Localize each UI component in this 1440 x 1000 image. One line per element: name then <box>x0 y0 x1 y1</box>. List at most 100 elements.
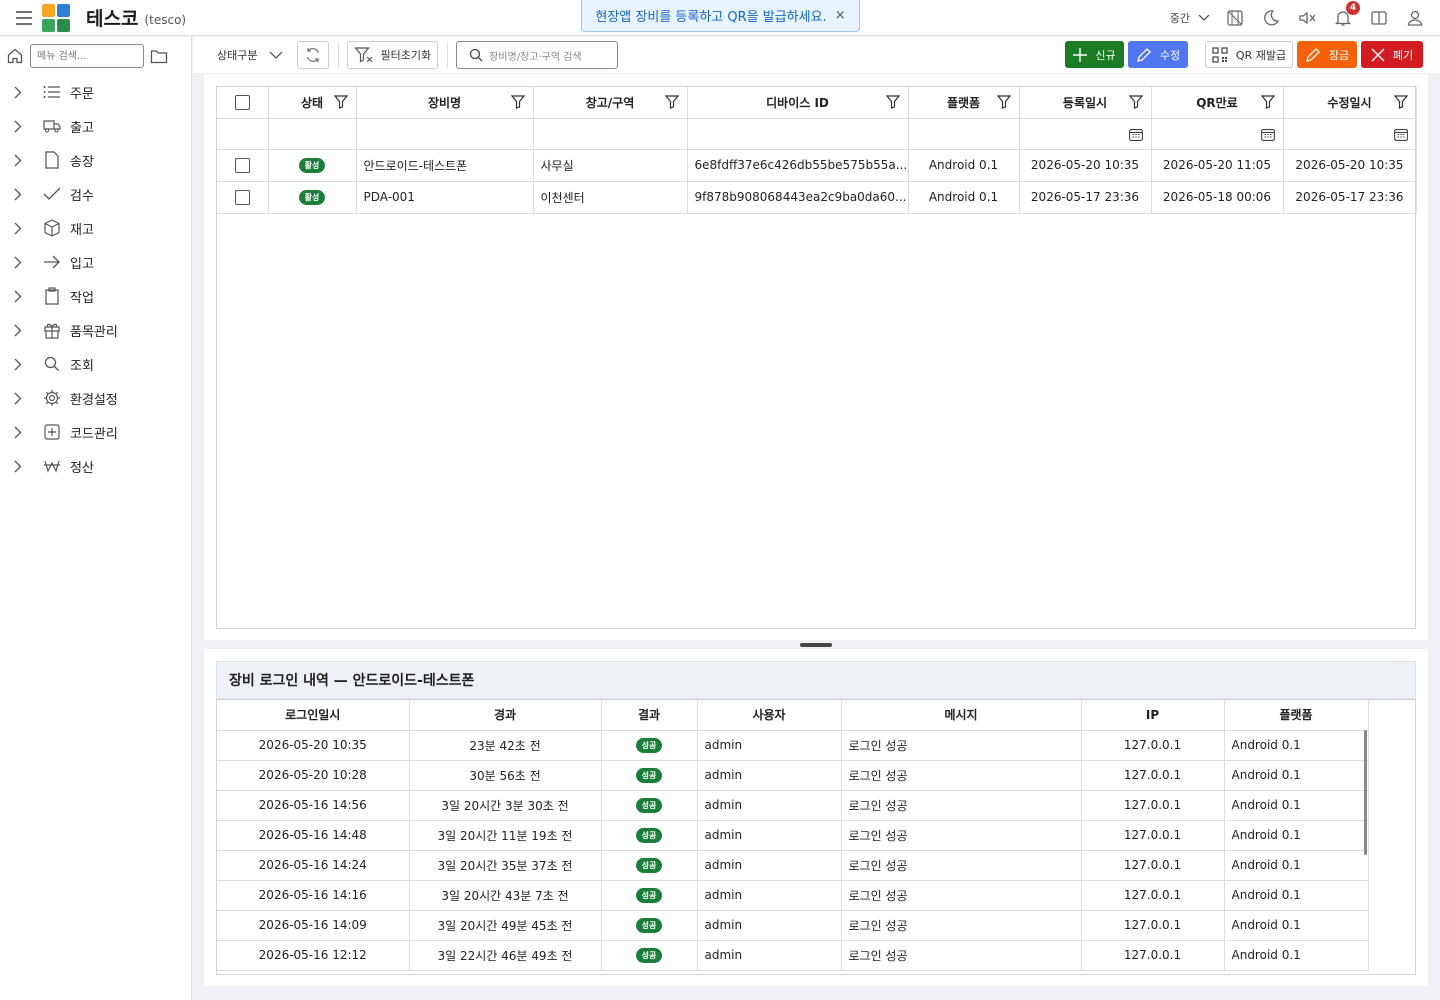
mute-icon[interactable] <box>1296 7 1318 29</box>
filter-cell[interactable] <box>687 118 909 150</box>
date-filter-cell[interactable] <box>1151 118 1284 150</box>
table-row[interactable]: 2026-05-20 10:35 23분 42초 전 성공 admin 로그인 성공 12… <box>217 730 1369 761</box>
menu-toggle-icon[interactable] <box>6 0 42 36</box>
chevron-right-icon[interactable] <box>14 426 26 439</box>
reset-filter-button[interactable]: 필터초기화 <box>347 41 439 69</box>
chevron-right-icon[interactable] <box>14 154 26 167</box>
column-filter-icon[interactable] <box>664 95 679 109</box>
column-header[interactable]: 메시지 <box>841 700 1082 731</box>
login-time-cell: 2026-05-16 14:09 <box>217 910 410 941</box>
table-row[interactable]: 2026-05-20 10:28 30분 56초 전 성공 admin 로그인 성공 12… <box>217 760 1369 791</box>
table-row[interactable]: 2026-05-16 12:12 3일 22시간 46분 49초 전 성공 admin… <box>217 940 1369 971</box>
filter-cell[interactable] <box>908 118 1020 150</box>
chevron-right-icon[interactable] <box>14 324 26 337</box>
filter-cell[interactable] <box>217 118 269 150</box>
chevron-right-icon[interactable] <box>14 120 26 133</box>
column-header[interactable]: 플랫폼 <box>908 87 1020 119</box>
date-filter-cell[interactable] <box>1019 118 1152 150</box>
column-header[interactable]: 플랫폼 <box>1224 700 1369 731</box>
qr-reissue-button[interactable]: QR 재발급 <box>1205 41 1293 68</box>
column-header[interactable]: 창고/구역 <box>533 87 688 119</box>
sidebar-item[interactable]: 환경설정 <box>0 381 191 415</box>
split-view-icon[interactable] <box>1368 7 1390 29</box>
user-profile-icon[interactable] <box>1404 7 1426 29</box>
sidebar-item[interactable]: 작업 <box>0 279 191 313</box>
column-filter-icon[interactable] <box>1393 95 1408 109</box>
lock-button[interactable]: 잠금 <box>1297 41 1357 68</box>
sidebar-item[interactable]: 송장 <box>0 143 191 177</box>
edit-button[interactable]: 수정 <box>1128 41 1188 68</box>
folder-icon[interactable] <box>150 48 168 64</box>
column-header[interactable]: IP <box>1081 700 1225 731</box>
column-header[interactable]: 등록일시 <box>1019 87 1152 119</box>
chevron-right-icon[interactable] <box>14 256 26 269</box>
row-checkbox[interactable] <box>234 189 250 205</box>
sidebar-item[interactable]: 출고 <box>0 109 191 143</box>
column-header[interactable]: 수정일시 <box>1283 87 1417 119</box>
column-filter-icon[interactable] <box>333 95 348 109</box>
sidebar-item[interactable]: 검수 <box>0 177 191 211</box>
new-button[interactable]: 신규 <box>1065 41 1124 68</box>
column-filter-icon[interactable] <box>1128 95 1143 109</box>
chevron-right-icon[interactable] <box>14 358 26 371</box>
column-header[interactable]: QR만료 <box>1151 87 1284 119</box>
device-search-input[interactable]: 장비명/창고·구역 검색 <box>456 41 619 69</box>
filter-cell[interactable] <box>533 118 688 150</box>
refresh-button[interactable] <box>297 41 330 69</box>
menu-search-input[interactable] <box>30 44 144 68</box>
column-header[interactable]: 사용자 <box>697 700 842 731</box>
column-header-label: 경과 <box>493 708 517 723</box>
column-header[interactable]: 디바이스 ID <box>687 87 909 119</box>
platform-cell: Android 0.1 <box>908 181 1020 214</box>
table-row[interactable]: 2026-05-16 14:24 3일 20시간 35분 37초 전 성공 admin… <box>217 850 1369 881</box>
chevron-right-icon[interactable] <box>14 460 26 473</box>
calendar-icon[interactable] <box>1128 128 1143 141</box>
density-select[interactable]: 중간 <box>1170 10 1210 26</box>
sidebar-item[interactable]: 코드관리 <box>0 415 191 449</box>
chevron-right-icon[interactable] <box>14 290 26 303</box>
column-header[interactable]: 상태 <box>268 87 357 119</box>
table-row[interactable]: 2026-05-16 14:56 3일 20시간 3분 30초 전 성공 admin 로… <box>217 790 1369 821</box>
table-row[interactable]: 2026-05-16 14:48 3일 20시간 11분 19초 전 성공 admin… <box>217 820 1369 851</box>
sidebar-item[interactable]: 주문 <box>0 75 191 109</box>
column-header[interactable]: 결과 <box>601 700 698 731</box>
sidebar-item[interactable]: 품목관리 <box>0 313 191 347</box>
login-time-cell: 2026-05-20 10:35 <box>217 730 410 761</box>
vertical-scrollbar[interactable] <box>1364 730 1367 855</box>
select-all-checkbox[interactable] <box>234 94 250 110</box>
calendar-icon[interactable] <box>1260 128 1275 141</box>
column-filter-icon[interactable] <box>1260 95 1275 109</box>
chevron-right-icon[interactable] <box>14 86 26 99</box>
filter-cell[interactable] <box>356 118 534 150</box>
chevron-right-icon[interactable] <box>14 222 26 235</box>
column-header[interactable]: 로그인일시 <box>217 700 410 731</box>
table-row[interactable]: 2026-05-16 14:16 3일 20시간 43분 7초 전 성공 admin 로… <box>217 880 1369 911</box>
dark-mode-icon[interactable] <box>1260 7 1282 29</box>
column-filter-icon[interactable] <box>510 95 525 109</box>
sidebar-item[interactable]: 재고 <box>0 211 191 245</box>
sidebar-item[interactable]: 조회 <box>0 347 191 381</box>
calendar-icon[interactable] <box>1393 128 1408 141</box>
chevron-right-icon[interactable] <box>14 188 26 201</box>
status-filter-select[interactable]: 상태구분 <box>217 47 283 63</box>
chevron-right-icon[interactable] <box>14 392 26 405</box>
sidebar-item[interactable]: 정산 <box>0 449 191 483</box>
filter-cell[interactable] <box>268 118 357 150</box>
grid-toggle-icon[interactable] <box>1224 7 1246 29</box>
column-header[interactable]: 장비명 <box>356 87 534 119</box>
sidebar-item[interactable]: 입고 <box>0 245 191 279</box>
panel-splitter-handle[interactable] <box>800 643 832 647</box>
notification-bell-icon[interactable]: 4 <box>1332 1 1360 29</box>
result-cell: 성공 <box>601 820 698 851</box>
discard-button[interactable]: 폐기 <box>1361 41 1423 68</box>
column-header[interactable]: 경과 <box>409 700 602 731</box>
date-filter-cell[interactable] <box>1283 118 1417 150</box>
table-row[interactable]: 활성 PDA-001 이천센터 9f878b908068443ea2c9ba0da60… <box>217 181 1417 214</box>
home-icon[interactable] <box>6 47 24 65</box>
column-filter-icon[interactable] <box>996 95 1011 109</box>
column-filter-icon[interactable] <box>885 95 900 109</box>
table-row[interactable]: 활성 안드로이드-테스트폰 사무실 6e8fdff37e6c426db55be575b… <box>217 149 1417 182</box>
toast-close-icon[interactable]: × <box>835 8 846 23</box>
table-row[interactable]: 2026-05-16 14:09 3일 20시간 49분 45초 전 성공 admin… <box>217 910 1369 941</box>
row-checkbox[interactable] <box>234 157 250 173</box>
